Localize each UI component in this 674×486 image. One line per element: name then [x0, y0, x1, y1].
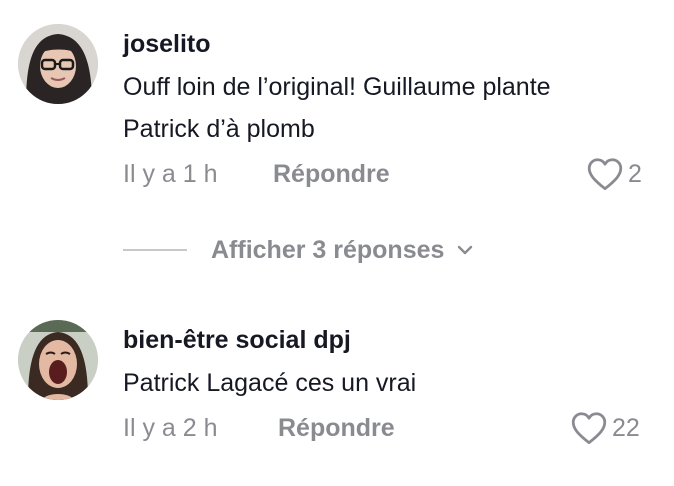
- comment-timestamp: Il y a 1 h: [123, 160, 218, 188]
- comment-text: Ouff loin de l’original! Guillaume plant…: [123, 66, 643, 150]
- comment-item: joselito Ouff loin de l’original! Guilla…: [0, 0, 674, 200]
- like-button[interactable]: 22: [570, 411, 640, 445]
- comment-username[interactable]: bien-être social dpj: [123, 326, 351, 355]
- avatar-photo: [18, 24, 98, 104]
- reply-button[interactable]: Répondre: [273, 159, 390, 189]
- avatar[interactable]: [18, 320, 98, 400]
- heart-outline-icon: [587, 158, 623, 191]
- comment-item: bien-être social dpj Patrick Lagacé ces …: [0, 300, 674, 470]
- divider-line: [123, 249, 187, 251]
- view-replies-button[interactable]: Afficher 3 réponses: [123, 232, 474, 268]
- reply-button[interactable]: Répondre: [278, 413, 395, 443]
- like-count: 2: [628, 159, 642, 188]
- comment-text-line: Patrick Lagacé ces un vrai: [123, 369, 417, 397]
- like-count: 22: [612, 413, 640, 442]
- comment-text: Patrick Lagacé ces un vrai: [123, 362, 643, 404]
- like-button[interactable]: 2: [586, 157, 642, 191]
- comment-text-line: Ouff loin de l’original! Guillaume plant…: [123, 73, 551, 101]
- comment-username[interactable]: joselito: [123, 30, 211, 59]
- comment-timestamp: Il y a 2 h: [123, 414, 218, 442]
- comment-text-line: Patrick d’à plomb: [123, 115, 315, 143]
- avatar[interactable]: [18, 24, 98, 104]
- avatar-photo: [18, 320, 98, 400]
- heart-outline-icon: [571, 412, 607, 445]
- chevron-down-icon: [458, 245, 473, 255]
- view-replies-label: Afficher 3 réponses: [211, 235, 445, 264]
